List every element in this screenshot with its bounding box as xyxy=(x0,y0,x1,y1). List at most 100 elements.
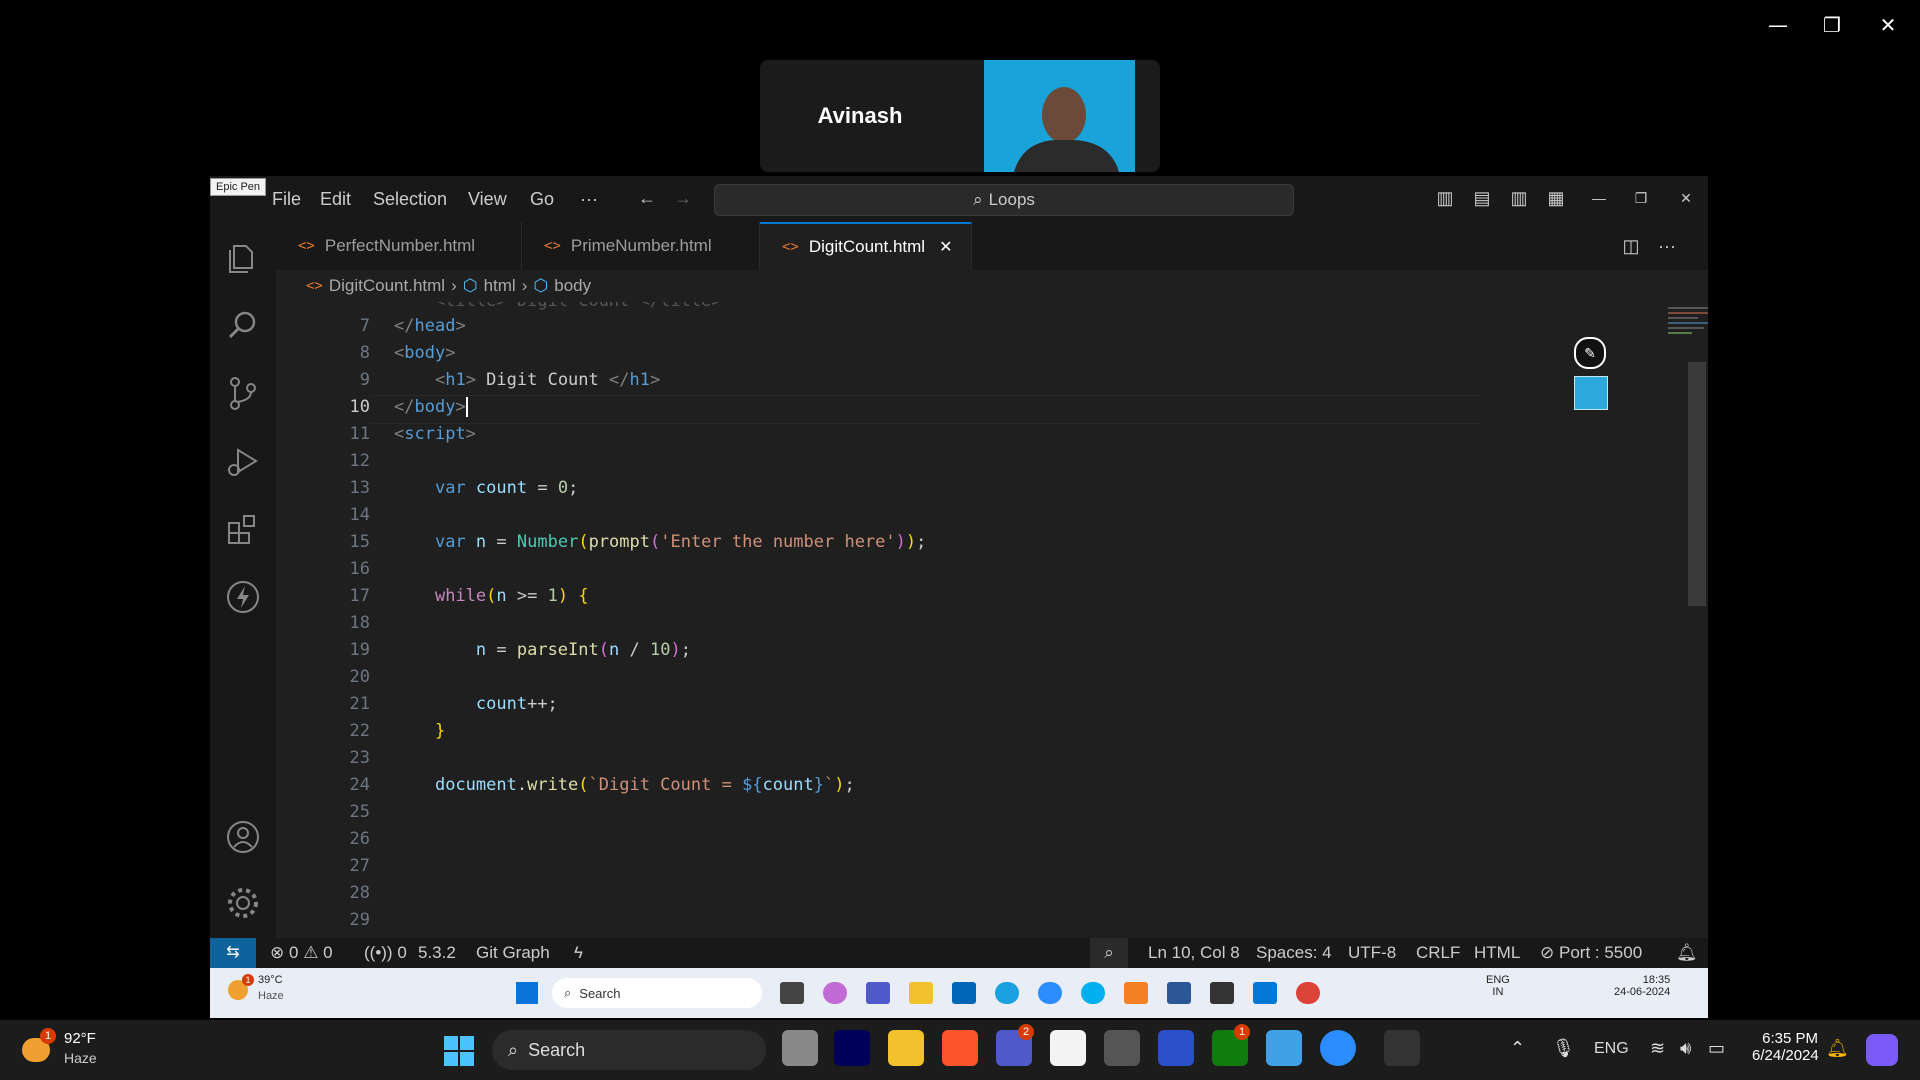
mail-icon[interactable] xyxy=(1167,982,1191,1004)
notifications-bell-icon[interactable]: 🔔︎ xyxy=(1676,943,1698,963)
tab-primenumber[interactable]: <> PrimeNumber.html xyxy=(522,222,760,270)
brave-browser-icon[interactable] xyxy=(942,1030,978,1066)
toggle-secondary-sidebar-icon[interactable]: ▥ xyxy=(1508,188,1530,208)
terminal-icon[interactable] xyxy=(1384,1030,1420,1066)
lightning-status-icon[interactable]: ϟ xyxy=(574,943,583,963)
chrome-icon[interactable] xyxy=(1296,982,1320,1004)
vscode-window: Epic Pen File Edit Selection View Go ···… xyxy=(210,176,1708,1018)
forward-arrow-icon[interactable]: → xyxy=(672,188,694,208)
windows-start-icon[interactable] xyxy=(444,1036,474,1066)
epic-pen-toggle-icon[interactable] xyxy=(1574,376,1608,410)
language-indicator[interactable]: ENG IN xyxy=(1486,974,1510,998)
line-number: 19 xyxy=(349,640,370,660)
pen-tool-icon[interactable]: ✎ xyxy=(1574,337,1606,369)
toggle-primary-sidebar-icon[interactable]: ▥ xyxy=(1434,188,1456,208)
notification-bell-icon[interactable]: 🔔︎ xyxy=(1826,1038,1849,1059)
chevron-up-icon[interactable]: ⌃ xyxy=(1510,1038,1525,1059)
skype-icon[interactable] xyxy=(1081,982,1105,1004)
command-center-search[interactable]: ⌕ Loops xyxy=(714,184,1294,216)
menu-file[interactable]: File xyxy=(272,189,301,210)
lightning-icon[interactable] xyxy=(224,578,262,616)
close-button[interactable]: ✕ xyxy=(1868,10,1908,40)
windows-start-icon[interactable] xyxy=(516,982,538,1004)
file-explorer-icon[interactable] xyxy=(909,982,933,1004)
close-tab-icon[interactable]: ✕ xyxy=(939,237,952,257)
sublime-icon[interactable] xyxy=(1124,982,1148,1004)
line-number: 23 xyxy=(349,748,370,768)
zoom-icon[interactable] xyxy=(1320,1030,1356,1066)
task-view-icon[interactable] xyxy=(782,1030,818,1066)
store-icon[interactable] xyxy=(1050,1030,1086,1066)
taskbar-search[interactable]: ⌕ Search xyxy=(492,1030,766,1070)
ports-status[interactable]: ((•)) 0 xyxy=(364,943,407,963)
more-actions-icon[interactable]: ··· xyxy=(1656,236,1678,256)
settings-gear-icon[interactable] xyxy=(224,884,262,922)
line-number: 17 xyxy=(349,586,370,606)
notepad-icon[interactable] xyxy=(1266,1030,1302,1066)
zoom-icon[interactable] xyxy=(1038,982,1062,1004)
encoding-status[interactable]: UTF-8 xyxy=(1348,943,1396,963)
restore-button[interactable]: ❐ xyxy=(1812,10,1852,40)
person-silhouette xyxy=(1014,87,1119,172)
version-status[interactable]: 5.3.2 xyxy=(418,943,456,963)
terminal-icon[interactable] xyxy=(1210,982,1234,1004)
scrollbar-thumb[interactable] xyxy=(1688,362,1706,606)
settings-app-icon[interactable] xyxy=(1104,1030,1140,1066)
back-arrow-icon[interactable]: ← xyxy=(636,188,658,208)
customize-layout-icon[interactable]: ▦ xyxy=(1545,188,1567,208)
store-icon[interactable] xyxy=(952,982,976,1004)
vscode-icon[interactable] xyxy=(1253,982,1277,1004)
file-explorer-icon[interactable] xyxy=(888,1030,924,1066)
explorer-icon[interactable] xyxy=(224,238,262,276)
minimize-button[interactable]: — xyxy=(1758,10,1798,40)
copilot-icon[interactable] xyxy=(823,982,847,1004)
menu-go[interactable]: Go xyxy=(530,189,554,210)
menu-selection[interactable]: Selection xyxy=(373,189,447,210)
language-status[interactable]: HTML xyxy=(1474,943,1520,963)
vscode-close-icon[interactable]: ✕ xyxy=(1675,188,1697,208)
menu-edit[interactable]: Edit xyxy=(320,189,351,210)
live-server-port[interactable]: ⊘ Port : 5500 xyxy=(1540,943,1642,963)
errors-status[interactable]: ⊗ 0 ⚠ 0 xyxy=(270,943,333,963)
battery-icon[interactable]: ▭ xyxy=(1708,1038,1725,1059)
search-icon[interactable] xyxy=(224,306,262,344)
edge-icon[interactable] xyxy=(995,982,1019,1004)
copilot-icon[interactable] xyxy=(1866,1034,1898,1066)
eol-status[interactable]: CRLF xyxy=(1416,943,1460,963)
vscode-minimize-icon[interactable]: — xyxy=(1588,188,1610,208)
microphone-icon[interactable]: 🎙︎ xyxy=(1552,1038,1575,1059)
run-debug-icon[interactable] xyxy=(224,442,262,480)
menu-view[interactable]: View xyxy=(468,189,507,210)
teams-icon[interactable] xyxy=(866,982,890,1004)
vscode-maximize-icon[interactable]: ❐ xyxy=(1630,188,1652,208)
cursor-position-status[interactable]: Ln 10, Col 8 xyxy=(1148,943,1240,963)
language-indicator[interactable]: ENG xyxy=(1594,1040,1629,1058)
clock[interactable]: 6:35 PM 6/24/2024 xyxy=(1752,1030,1819,1064)
git-graph-button[interactable]: Git Graph xyxy=(476,943,550,963)
tab-digitcount[interactable]: <> DigitCount.html ✕ xyxy=(760,222,972,270)
split-editor-icon[interactable]: ◫ xyxy=(1620,236,1642,256)
pen-app-icon[interactable] xyxy=(1158,1030,1194,1066)
zoom-magnifier-icon[interactable]: ⌕ xyxy=(1090,938,1128,968)
toggle-panel-icon[interactable]: ▤ xyxy=(1471,188,1493,208)
indentation-status[interactable]: Spaces: 4 xyxy=(1256,943,1332,963)
minimap[interactable] xyxy=(1668,304,1708,354)
task-view-icon[interactable] xyxy=(780,982,804,1004)
code-editor[interactable]: <title> Digit Count </title> 7 8 9 10 11 12 13… xyxy=(276,302,1708,938)
breadcrumb-file[interactable]: DigitCount.html xyxy=(329,276,445,296)
extensions-icon[interactable] xyxy=(224,510,262,548)
breadcrumb-html[interactable]: html xyxy=(484,276,516,296)
remote-indicator-icon[interactable]: ⇆ xyxy=(210,938,256,968)
editor-tabs: <> PerfectNumber.html <> PrimeNumber.htm… xyxy=(276,222,1708,271)
wifi-icon[interactable]: ≋ xyxy=(1650,1038,1665,1059)
accounts-icon[interactable] xyxy=(224,818,262,856)
menu-more[interactable]: ··· xyxy=(580,189,598,210)
inner-clock[interactable]: 18:35 24-06-2024 xyxy=(1614,974,1670,998)
taskbar-search[interactable]: ⌕ Search xyxy=(552,978,762,1008)
code-line: document.write(`Digit Count = ${count}`)… xyxy=(434,775,855,795)
breadcrumb-body[interactable]: body xyxy=(554,276,591,296)
volume-icon[interactable]: 🔊︎ xyxy=(1680,1038,1691,1059)
tab-perfectnumber[interactable]: <> PerfectNumber.html xyxy=(276,222,522,270)
source-control-icon[interactable] xyxy=(224,374,262,412)
premiere-pro-icon[interactable] xyxy=(834,1030,870,1066)
